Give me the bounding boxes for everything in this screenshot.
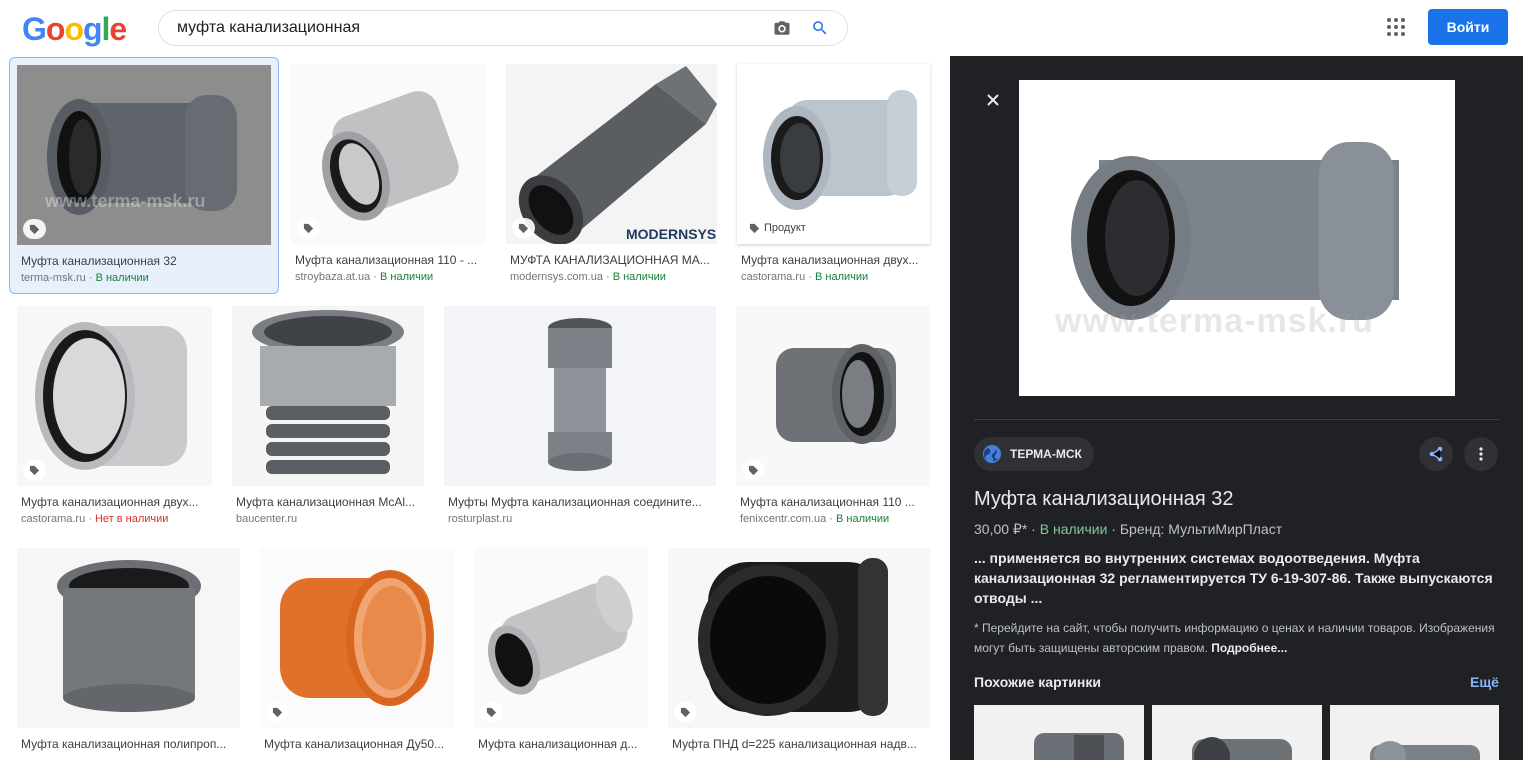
result-title[interactable]: Муфта канализационная 32 [21,254,271,268]
result-source[interactable]: terma-msk.ru · В наличии [21,272,271,284]
result-source[interactable]: modernsys.com.ua · В наличии [510,271,715,283]
share-icon [1429,446,1443,462]
tag-icon [749,223,760,233]
result-image[interactable] [736,306,930,486]
result-image[interactable]: MODERNSYS [506,64,717,244]
learn-more-link[interactable]: Подробнее... [1211,641,1287,655]
result-card[interactable]: Муфта канализационная Ду50... [260,548,454,760]
product-tag [23,219,46,239]
signin-button[interactable]: Войти [1428,9,1508,45]
tag-icon [680,707,691,717]
result-image[interactable] [474,548,648,728]
result-image[interactable]: www.terma-msk.ru [17,65,271,245]
result-title[interactable]: Муфта ПНД d=225 канализационная надв... [672,737,928,751]
result-source[interactable]: baucenter.ru [236,513,422,525]
result-source[interactable]: rosturplast.ru [448,513,714,525]
product-tag [512,218,535,238]
product-tag: Продукт [743,218,812,238]
top-bar: Google Войти [0,0,1523,56]
result-title[interactable]: МУФТА КАНАЛИЗАЦИОННАЯ МА... [510,253,715,267]
disclaimer: * Перейдите на сайт, чтобы получить инфо… [974,621,1495,655]
result-source[interactable]: castorama.ru · В наличии [741,271,929,283]
result-source[interactable]: castorama.ru · Нет в наличии [21,513,211,525]
result-source[interactable]: stroybaza.at.ua · В наличии [295,271,485,283]
share-button[interactable] [1419,437,1453,471]
site-link[interactable]: ТЕРМА-МСК [974,437,1094,471]
price: 30,00 ₽* [974,521,1028,537]
availability: В наличии [1039,521,1108,537]
tag-icon [29,465,40,475]
similar-heading: Похожие картинки [974,674,1101,690]
result-image[interactable]: Продукт [737,64,930,244]
product-tag [480,702,503,722]
result-card[interactable]: Продукт Муфта канализационная двух... ca… [737,64,930,294]
preview-meta: 30,00 ₽* · В наличии · Бренд: МультиМирП… [974,521,1283,537]
result-image[interactable] [444,306,716,486]
result-title[interactable]: Муфта канализационная 110 ... [740,495,928,509]
similar-image[interactable] [1152,705,1322,760]
result-image[interactable] [17,306,212,486]
watermark-text: www.terma-msk.ru [45,191,206,211]
tag-icon [303,223,314,233]
product-tag [674,702,697,722]
tag-icon [29,224,40,234]
result-image[interactable] [232,306,424,486]
result-card[interactable]: www.terma-msk.ru Муфта канализационная 3… [9,57,279,294]
product-tag [23,460,46,480]
result-title[interactable]: Муфта канализационная двух... [741,253,929,267]
result-card[interactable]: Муфта ПНД d=225 канализационная надв... [668,548,930,760]
result-card[interactable]: Муфта канализационная 110 ... fenixcentr… [736,306,930,536]
watermark-text: MODERNSYS [626,226,717,242]
tag-icon [272,707,283,717]
result-title[interactable]: Муфта канализационная 110 - ... [295,253,485,267]
product-tag [266,702,289,722]
divider [974,419,1499,420]
preview-title[interactable]: Муфта канализационная 32 [974,488,1234,511]
product-tag [742,460,765,480]
results-grid: www.terma-msk.ru Муфта канализационная 3… [0,56,950,760]
watermark-text: www.terma-msk.ru [1055,302,1374,340]
result-image[interactable] [17,548,240,728]
similar-image[interactable] [974,705,1144,760]
result-title[interactable]: Муфта канализационная двух... [21,495,211,509]
brand: Бренд: МультиМирПласт [1119,521,1283,537]
apps-grid-icon[interactable] [1386,17,1406,37]
preview-image[interactable]: www.terma-msk.ru [1019,80,1455,396]
site-name: ТЕРМА-МСК [1010,447,1082,461]
more-similar-link[interactable]: Ещё [1470,674,1499,690]
tag-icon [518,223,529,233]
result-card[interactable]: Муфта канализационная полипроп... [17,548,240,760]
result-card[interactable]: Муфты Муфта канализационная соедините...… [444,306,716,536]
tag-icon [486,707,497,717]
result-image[interactable] [260,548,454,728]
result-title[interactable]: Муфта канализационная Ду50... [264,737,452,751]
more-options-button[interactable] [1464,437,1498,471]
result-title[interactable]: Муфта канализационная полипроп... [21,737,239,751]
preview-panel: www.terma-msk.ru ТЕРМА-МСК Муфта канализ… [950,56,1523,760]
result-title[interactable]: Муфта канализационная McAl... [236,495,422,509]
result-title[interactable]: Муфта канализационная д... [478,737,646,751]
product-tag [297,218,320,238]
google-logo[interactable]: Google [22,11,127,48]
close-icon[interactable] [985,92,1001,108]
tag-icon [748,465,759,475]
search-input[interactable] [177,17,757,39]
camera-icon[interactable] [773,19,791,37]
globe-icon [983,445,1001,463]
result-card[interactable]: Муфта канализационная McAl... baucenter.… [232,306,424,536]
similar-image[interactable] [1330,705,1499,760]
result-card[interactable]: MODERNSYS МУФТА КАНАЛИЗАЦИОННАЯ МА... mo… [506,64,717,294]
result-image[interactable] [291,64,486,244]
search-box [158,10,848,46]
result-card[interactable]: Муфта канализационная двух... castorama.… [17,306,212,536]
result-card[interactable]: Муфта канализационная д... [474,548,648,760]
result-source[interactable]: fenixcentr.com.ua · В наличии [740,513,928,525]
result-title[interactable]: Муфты Муфта канализационная соедините... [448,495,714,509]
result-card[interactable]: Муфта канализационная 110 - ... stroybaz… [291,64,486,294]
result-image[interactable] [668,548,930,728]
preview-description: ... применяется во внутренних системах в… [974,550,1493,606]
search-icon[interactable] [811,19,829,37]
more-vert-icon [1479,447,1483,461]
